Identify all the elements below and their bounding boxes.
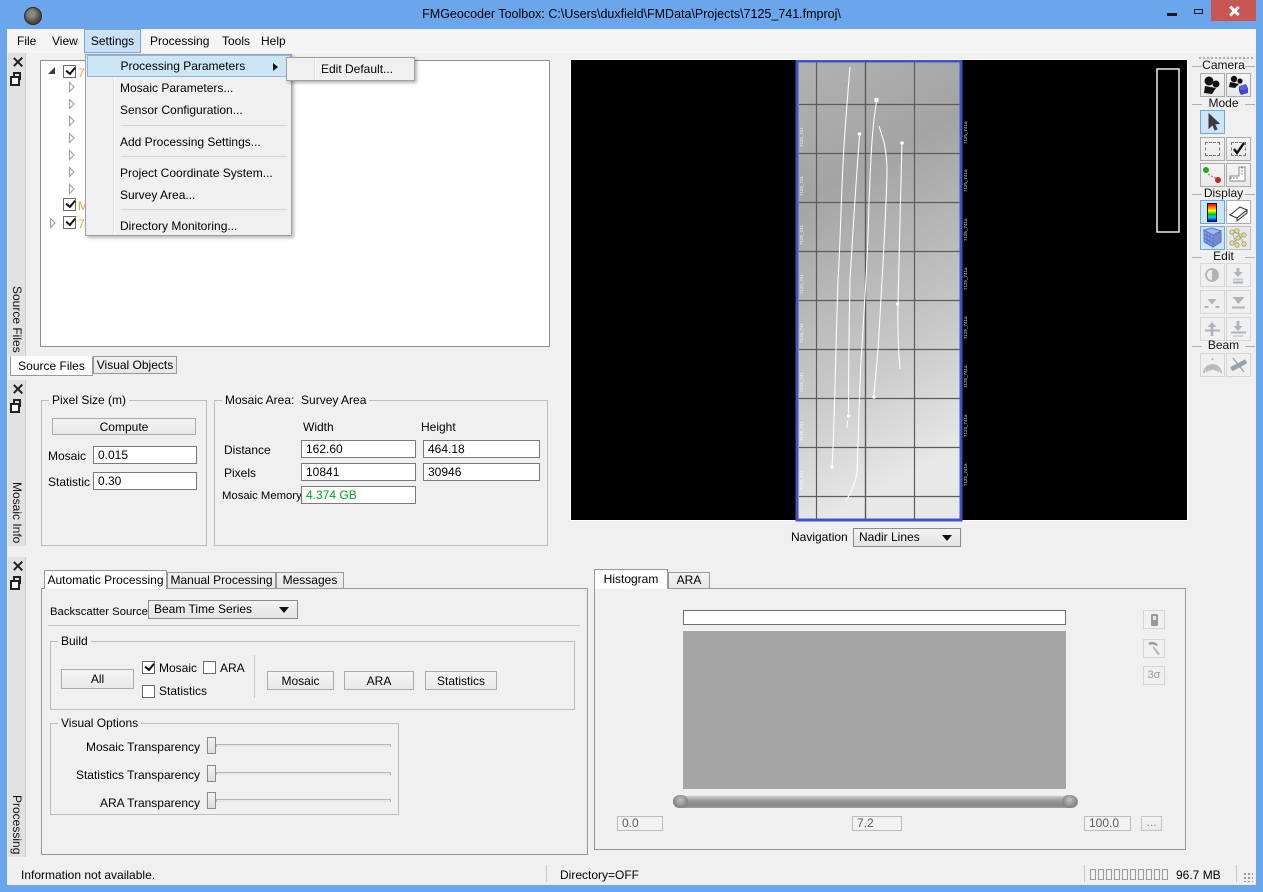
svg-text:7125_741a: 7125_741a [963, 169, 968, 192]
svg-text:7125_741: 7125_741 [799, 371, 804, 392]
svg-text:7125_741a: 7125_741a [963, 316, 968, 339]
svg-text:7125_741a: 7125_741a [963, 414, 968, 437]
svg-text:7125_741a: 7125_741a [963, 365, 968, 388]
svg-text:7125_741: 7125_741 [799, 126, 804, 147]
svg-text:7125_741: 7125_741 [799, 420, 804, 441]
svg-text:7125_741: 7125_741 [799, 224, 804, 245]
svg-text:7125_741a: 7125_741a [963, 463, 968, 486]
svg-text:7125_741a: 7125_741a [963, 121, 968, 144]
svg-text:7125_741: 7125_741 [799, 175, 804, 196]
svg-text:7125_741: 7125_741 [799, 273, 804, 294]
svg-text:7125_741a: 7125_741a [963, 267, 968, 290]
svg-text:7125_741: 7125_741 [799, 469, 804, 490]
svg-text:7125_741a: 7125_741a [963, 218, 968, 241]
svg-text:7125_741: 7125_741 [799, 322, 804, 343]
